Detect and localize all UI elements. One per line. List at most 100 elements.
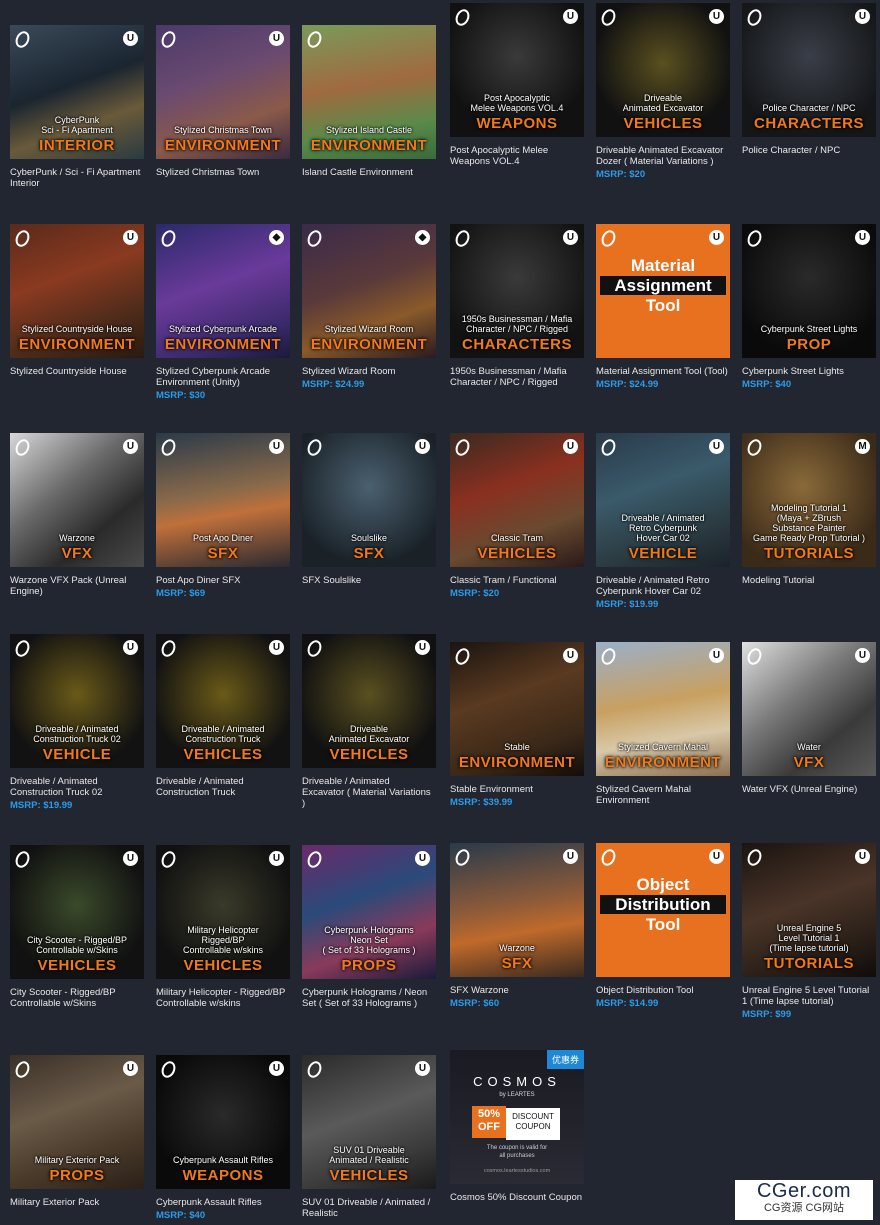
product-card[interactable]: U City Scooter - Rigged/BP Controllable w…: [10, 845, 144, 1009]
product-title[interactable]: Material Assignment Tool (Tool): [596, 366, 730, 377]
product-card[interactable]: U Cyberpunk Holograms Neon Set ( Set of 3…: [302, 845, 436, 1009]
product-thumbnail[interactable]: U Water VFX: [742, 642, 876, 776]
product-card[interactable]: ◆ Stylized Cyberpunk Arcade ENVIRONMENT Sty…: [156, 224, 290, 401]
product-title[interactable]: Island Castle Environment: [302, 167, 436, 178]
product-thumbnail[interactable]: U Cyberpunk Street Lights PROP: [742, 224, 876, 358]
product-card[interactable]: U Classic Tram VEHICLES Classic Tram / Func…: [450, 433, 584, 599]
product-title[interactable]: Stylized Christmas Town: [156, 167, 290, 178]
product-card[interactable]: U Post Apocalyptic Melee Weapons VOL.4 WEA…: [450, 3, 584, 167]
product-card[interactable]: U Stable ENVIRONMENT Stable Environment MSRP…: [450, 642, 584, 808]
product-title[interactable]: Police Character / NPC: [742, 145, 876, 156]
product-thumbnail[interactable]: U Classic Tram VEHICLES: [450, 433, 584, 567]
product-card[interactable]: ◆ Stylized Wizard Room ENVIRONMENT Stylized…: [302, 224, 436, 390]
product-thumbnail[interactable]: U Unreal Engine 5 Level Tutorial 1 (Time …: [742, 843, 876, 977]
product-title[interactable]: Driveable / Animated Retro Cyberpunk Hov…: [596, 575, 730, 597]
product-title[interactable]: Stylized Cavern Mahal Environment: [596, 784, 730, 806]
product-thumbnail[interactable]: U 1950s Businessman / Mafia Character / N…: [450, 224, 584, 358]
product-card[interactable]: U Cyberpunk Street Lights PROP Cyberpunk St…: [742, 224, 876, 390]
product-thumbnail[interactable]: U Cyberpunk Holograms Neon Set ( Set of 3…: [302, 845, 436, 979]
product-thumbnail[interactable]: U Driveable / Animated Construction Truck…: [156, 634, 290, 768]
product-card[interactable]: U Stylized Christmas Town ENVIRONMENT Styli…: [156, 25, 290, 178]
product-card[interactable]: U Driveable Animated Excavator VEHICLES Dri…: [596, 3, 730, 180]
product-title[interactable]: Cosmos 50% Discount Coupon: [450, 1192, 584, 1203]
product-title[interactable]: SUV 01 Driveable / Animated / Realistic: [302, 1197, 436, 1219]
product-card[interactable]: U Soulslike SFX SFX Soulslike: [302, 433, 436, 586]
product-card[interactable]: U Military Exterior Pack PROPS Military Ext…: [10, 1055, 144, 1208]
product-card[interactable]: U Unreal Engine 5 Level Tutorial 1 (Time …: [742, 843, 876, 1020]
product-thumbnail[interactable]: U Driveable / Animated Retro Cyberpunk Ho…: [596, 433, 730, 567]
product-card[interactable]: U Cyberpunk Assault Rifles WEAPONS Cyberpun…: [156, 1055, 290, 1221]
product-thumbnail[interactable]: U Military Helicopter Rigged/BP Controlla…: [156, 845, 290, 979]
product-title[interactable]: Stylized Countryside House: [10, 366, 144, 377]
product-title[interactable]: SFX Soulslike: [302, 575, 436, 586]
product-thumbnail[interactable]: U Driveable Animated Excavator VEHICLES: [302, 634, 436, 768]
product-title[interactable]: Cyberpunk Street Lights: [742, 366, 876, 377]
coupon-card[interactable]: COSMOS by LEARTES 50% OFF DISCOUNT COUPO…: [450, 1050, 584, 1203]
product-card[interactable]: U Object Distribution Tool Object Distributi…: [596, 843, 730, 1009]
product-card[interactable]: U Stylized Cavern Mahal ENVIRONMENT Stylize…: [596, 642, 730, 806]
product-thumbnail[interactable]: U Driveable / Animated Construction Truck…: [10, 634, 144, 768]
product-card[interactable]: U Stylized Countryside House ENVIRONMENT St…: [10, 224, 144, 377]
product-title[interactable]: Classic Tram / Functional: [450, 575, 584, 586]
product-card[interactable]: Stylized Island Castle ENVIRONMENT Island …: [302, 25, 436, 178]
product-title[interactable]: Cyberpunk Holograms / Neon Set ( Set of …: [302, 987, 436, 1009]
product-title[interactable]: Cyberpunk Assault Rifles: [156, 1197, 290, 1208]
product-thumbnail[interactable]: U Stable ENVIRONMENT: [450, 642, 584, 776]
product-title[interactable]: Military Exterior Pack: [10, 1197, 144, 1208]
product-thumbnail[interactable]: M Modeling Tutorial 1 (Maya + ZBrush Subs…: [742, 433, 876, 567]
product-thumbnail[interactable]: U City Scooter - Rigged/BP Controllable w…: [10, 845, 144, 979]
product-title[interactable]: Driveable / Animated Construction Truck …: [10, 776, 144, 798]
product-thumbnail[interactable]: U Stylized Countryside House ENVIRONMENT: [10, 224, 144, 358]
product-card[interactable]: U Police Character / NPC CHARACTERS Police …: [742, 3, 876, 156]
product-card[interactable]: U SUV 01 Driveable Animated / Realistic VE…: [302, 1055, 436, 1219]
product-card[interactable]: U Warzone SFX SFX Warzone MSRP: $60: [450, 843, 584, 1009]
product-card[interactable]: M Modeling Tutorial 1 (Maya + ZBrush Subs…: [742, 433, 876, 586]
product-title[interactable]: Water VFX (Unreal Engine): [742, 784, 876, 795]
product-title[interactable]: Driveable / Animated Construction Truck: [156, 776, 290, 798]
product-title[interactable]: SFX Warzone: [450, 985, 584, 996]
product-title[interactable]: City Scooter - Rigged/BP Controllable w/…: [10, 987, 144, 1009]
product-card[interactable]: U Water VFX Water VFX (Unreal Engine): [742, 642, 876, 795]
product-thumbnail[interactable]: U Warzone SFX: [450, 843, 584, 977]
product-thumbnail[interactable]: U SUV 01 Driveable Animated / Realistic VE…: [302, 1055, 436, 1189]
product-title[interactable]: Post Apo Diner SFX: [156, 575, 290, 586]
product-card[interactable]: U Driveable / Animated Retro Cyberpunk Ho…: [596, 433, 730, 610]
product-thumbnail[interactable]: U Stylized Cavern Mahal ENVIRONMENT: [596, 642, 730, 776]
product-card[interactable]: U Post Apo Diner SFX Post Apo Diner SFX MSRP…: [156, 433, 290, 599]
product-card[interactable]: U Military Helicopter Rigged/BP Controlla…: [156, 845, 290, 1009]
product-thumbnail[interactable]: U Driveable Animated Excavator VEHICLES: [596, 3, 730, 137]
coupon-thumbnail[interactable]: COSMOS by LEARTES 50% OFF DISCOUNT COUPO…: [450, 1050, 584, 1184]
product-card[interactable]: U Driveable Animated Excavator VEHICLES Dri…: [302, 634, 436, 809]
product-title[interactable]: Stylized Cyberpunk Arcade Environment (U…: [156, 366, 290, 388]
product-thumbnail[interactable]: U Object Distribution Tool: [596, 843, 730, 977]
product-title[interactable]: Warzone VFX Pack (Unreal Engine): [10, 575, 144, 597]
product-thumbnail[interactable]: U Warzone VFX: [10, 433, 144, 567]
product-title[interactable]: Driveable / Animated Excavator ( Materia…: [302, 776, 436, 809]
product-card[interactable]: U Driveable / Animated Construction Truck…: [156, 634, 290, 798]
product-title[interactable]: Stable Environment: [450, 784, 584, 795]
product-title[interactable]: Driveable Animated Excavator Dozer ( Mat…: [596, 145, 730, 167]
product-thumbnail[interactable]: U Stylized Christmas Town ENVIRONMENT: [156, 25, 290, 159]
product-card[interactable]: U Driveable / Animated Construction Truck…: [10, 634, 144, 811]
product-title[interactable]: Object Distribution Tool: [596, 985, 730, 996]
product-title[interactable]: Stylized Wizard Room: [302, 366, 436, 377]
product-thumbnail[interactable]: ◆ Stylized Wizard Room ENVIRONMENT: [302, 224, 436, 358]
product-title[interactable]: 1950s Businessman / Mafia Character / NP…: [450, 366, 584, 388]
product-thumbnail[interactable]: U Military Exterior Pack PROPS: [10, 1055, 144, 1189]
product-thumbnail[interactable]: U Material Assignment Tool: [596, 224, 730, 358]
product-thumbnail[interactable]: U Post Apo Diner SFX: [156, 433, 290, 567]
product-title[interactable]: Modeling Tutorial: [742, 575, 876, 586]
product-thumbnail[interactable]: U Cyberpunk Assault Rifles WEAPONS: [156, 1055, 290, 1189]
product-card[interactable]: U Warzone VFX Warzone VFX Pack (Unreal Engi…: [10, 433, 144, 597]
product-thumbnail[interactable]: Stylized Island Castle ENVIRONMENT: [302, 25, 436, 159]
product-card[interactable]: U Material Assignment Tool Material Assignme…: [596, 224, 730, 390]
product-thumbnail[interactable]: U CyberPunk Sci - Fi Apartment INTERIOR: [10, 25, 144, 159]
product-thumbnail[interactable]: ◆ Stylized Cyberpunk Arcade ENVIRONMENT: [156, 224, 290, 358]
product-title[interactable]: Post Apocalyptic Melee Weapons VOL.4: [450, 145, 584, 167]
product-card[interactable]: U 1950s Businessman / Mafia Character / N…: [450, 224, 584, 388]
product-title[interactable]: Unreal Engine 5 Level Tutorial 1 (Time l…: [742, 985, 876, 1007]
product-thumbnail[interactable]: U Post Apocalyptic Melee Weapons VOL.4 WEA…: [450, 3, 584, 137]
product-card[interactable]: U CyberPunk Sci - Fi Apartment INTERIOR Cyb…: [10, 25, 144, 189]
product-title[interactable]: Military Helicopter - Rigged/BP Controll…: [156, 987, 290, 1009]
product-thumbnail[interactable]: U Police Character / NPC CHARACTERS: [742, 3, 876, 137]
